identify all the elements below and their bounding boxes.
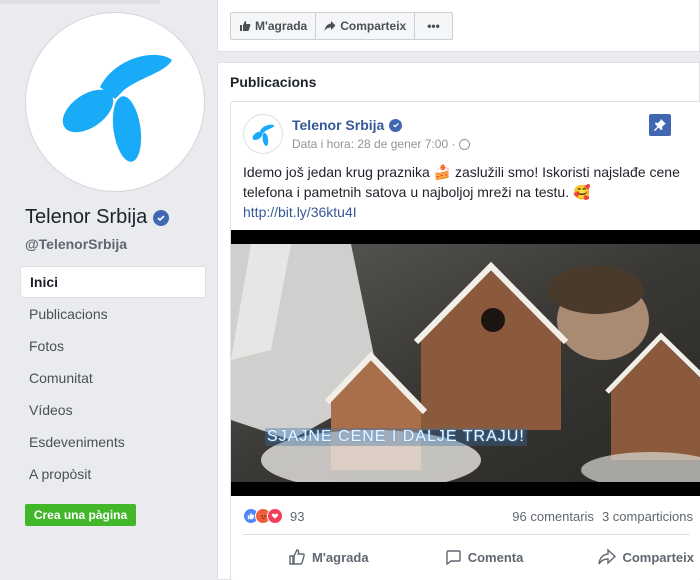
page-avatar[interactable] [25,12,205,192]
page-actions-card: M'agrada Comparteix ••• [217,0,700,52]
create-page-button[interactable]: Crea una pàgina [25,504,136,526]
post-link[interactable]: http://bit.ly/36ktu4I [243,202,683,222]
love-reaction-icon [267,508,283,524]
thumbs-up-icon [240,21,251,31]
video-letterbox-top [231,230,700,244]
reaction-count[interactable]: 93 [290,509,304,524]
more-options-button[interactable]: ••• [415,13,452,39]
post-meta: Data i hora: 28 de gener 7:00 · [292,137,471,151]
comments-count[interactable]: 96 comentaris [512,509,594,524]
post-author-avatar[interactable] [243,114,283,154]
post-text: Idemo još jedan krug praznika 🍰 zaslužil… [243,164,680,200]
post-timestamp[interactable]: Data i hora: 28 de gener 7:00 · [292,137,455,151]
share-icon [598,548,617,565]
nav-item-videos[interactable]: Vídeos [20,394,206,426]
video-letterbox-bottom [231,482,700,496]
page-share-button[interactable]: Comparteix [316,13,416,39]
post-share-button[interactable]: Comparteix [598,548,694,566]
page-nav: Inici Publicacions Fotos Comunitat Vídeo… [20,266,206,490]
nav-item-fotos[interactable]: Fotos [20,330,206,362]
post-comment-label: Comenta [467,549,524,565]
shares-count[interactable]: 3 comparticions [602,509,693,524]
video-frame [231,244,700,490]
post-author[interactable]: Telenor Srbija [292,117,403,133]
page-handle: @TelenorSrbija [25,236,128,252]
post-comment-button[interactable]: Comenta [444,548,524,566]
share-icon [324,21,336,31]
post-video[interactable]: SJAJNE CENE I DALJE TRAJU! [231,230,700,496]
pin-icon[interactable] [649,114,671,136]
actions-divider [243,534,690,535]
globe-icon [459,138,471,150]
thumbs-up-icon [289,549,305,565]
nav-item-publicacions[interactable]: Publicacions [20,298,206,330]
nav-item-a-proposit[interactable]: A propòsit [20,458,206,490]
telenor-logo [252,124,275,146]
nav-item-comunitat[interactable]: Comunitat [20,362,206,394]
page-name-text[interactable]: Telenor Srbija [25,206,147,229]
post-like-button[interactable]: M'agrada [288,548,369,566]
page-like-label: M'agrada [255,19,308,33]
pinned-post: Telenor Srbija Data i hora: 28 de gener … [230,101,700,580]
video-caption: SJAJNE CENE I DALJE TRAJU! [265,428,527,446]
reactions-summary[interactable]: 93 [243,508,304,524]
nav-item-inici[interactable]: Inici [20,266,206,298]
publications-card: Publicacions Telenor Srbija Data i hora:… [217,62,700,580]
verified-badge-icon [389,118,403,132]
publications-title: Publicacions [230,74,317,90]
page-name[interactable]: Telenor Srbija [25,206,170,229]
page-action-buttons: M'agrada Comparteix ••• [230,12,453,40]
post-like-label: M'agrada [312,549,369,565]
comment-icon [446,550,461,566]
verified-badge-icon [153,209,170,226]
post-actions: M'agrada Comenta Comparteix [243,538,700,576]
more-dots-icon: ••• [427,19,440,33]
nav-item-esdeveniments[interactable]: Esdeveniments [20,426,206,458]
telenor-logo [62,54,172,162]
page-like-button[interactable]: M'agrada [231,13,317,39]
reaction-icons [243,508,283,524]
post-author-name[interactable]: Telenor Srbija [292,117,384,133]
post-share-label: Comparteix [622,549,694,565]
page-share-label: Comparteix [340,19,407,33]
page-sidebar: Telenor Srbija @TelenorSrbija Inici Publ… [0,0,216,580]
engagement-counts: 96 comentaris 3 comparticions [512,509,693,524]
top-strip [0,0,160,4]
post-body: Idemo još jedan krug praznika 🍰 zaslužil… [243,162,683,222]
